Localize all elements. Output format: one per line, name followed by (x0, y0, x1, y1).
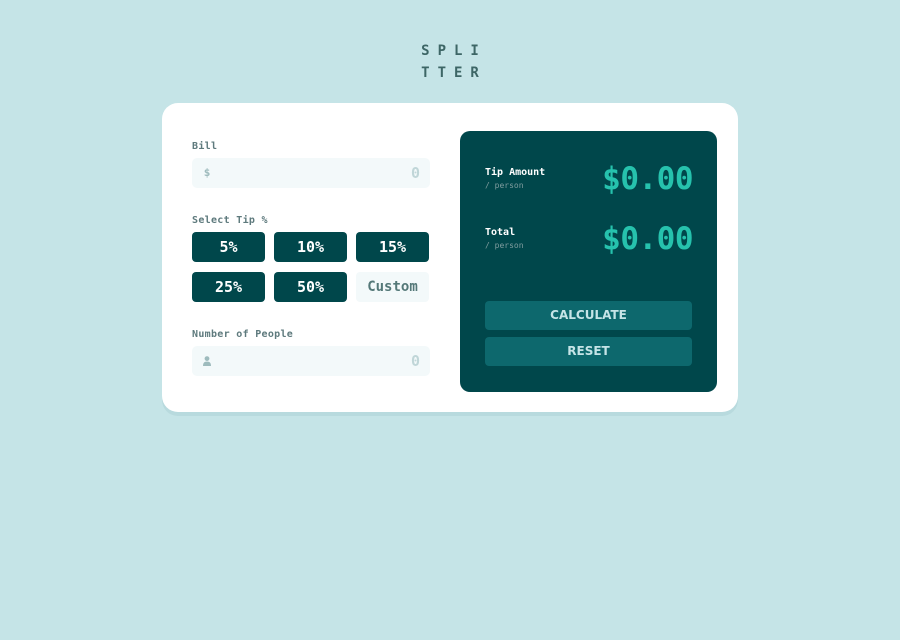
bill-input[interactable] (220, 158, 420, 188)
tip-amount-sub: / person (485, 181, 524, 190)
bill-field: $ (192, 158, 430, 188)
people-label: Number of People (192, 329, 294, 340)
people-field (192, 346, 430, 376)
tip-button-15[interactable]: 15% (356, 232, 429, 262)
logo-line-1: SPLI (421, 43, 487, 59)
tip-button-5[interactable]: 5% (192, 232, 265, 262)
logo-line-2: TTER (421, 65, 487, 81)
tip-amount-value: $0.00 (602, 161, 693, 197)
reset-button[interactable]: RESET (485, 337, 692, 366)
tip-button-10[interactable]: 10% (274, 232, 347, 262)
tip-amount-title: Tip Amount (485, 167, 546, 178)
tip-button-50[interactable]: 50% (274, 272, 347, 302)
tip-custom-input[interactable] (356, 272, 429, 302)
results-panel: Tip Amount / person $0.00 Total / person… (460, 131, 717, 392)
total-value: $0.00 (602, 221, 693, 257)
tip-button-25[interactable]: 25% (192, 272, 265, 302)
person-icon (202, 354, 212, 368)
dollar-icon: $ (203, 166, 211, 179)
app-logo: SPLI TTER (0, 40, 900, 84)
people-input[interactable] (220, 346, 420, 376)
tip-label: Select Tip % (192, 215, 268, 226)
calculate-button[interactable]: CALCULATE (485, 301, 692, 330)
bill-label: Bill (192, 141, 218, 152)
calculator-card: Bill $ Select Tip % 5% 10% 15% 25% 50% N… (162, 103, 738, 412)
total-title: Total (485, 227, 516, 238)
total-sub: / person (485, 241, 524, 250)
